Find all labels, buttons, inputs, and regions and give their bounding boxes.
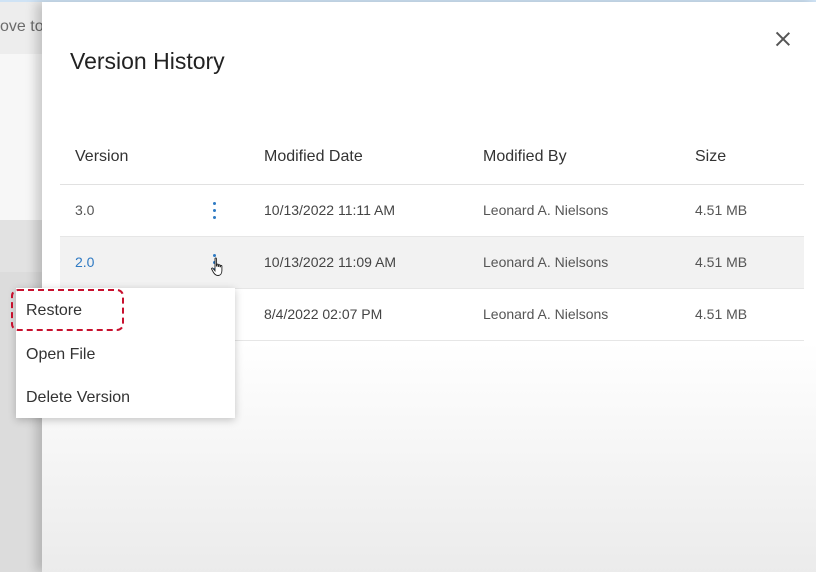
background-partial-text: ove to [0,18,44,35]
size-cell: 4.51 MB [695,202,748,218]
hand-cursor-icon [211,257,223,276]
more-options-icon[interactable] [208,199,222,221]
modified-by-cell: Leonard A. Nielsons [483,254,609,270]
version-history-panel: Version History Version Modified Date Mo… [42,2,816,572]
size-cell: 4.51 MB [695,254,748,270]
close-icon[interactable] [772,28,794,50]
size-cell: 4.51 MB [695,306,748,322]
table-row[interactable]: 3.0 10/13/2022 11:11 AM Leonard A. Niels… [60,185,804,237]
modified-date-cell: 10/13/2022 11:11 AM [264,202,396,218]
table-header: Version Modified Date Modified By Size [60,132,804,185]
screen: ove to Version History Version Modified … [0,0,816,572]
column-header-modified-by[interactable]: Modified By [483,148,567,166]
version-cell[interactable]: 2.0 [75,254,94,270]
modified-by-cell: Leonard A. Nielsons [483,202,609,218]
modified-date-cell: 8/4/2022 02:07 PM [264,306,383,322]
menu-item-delete-version[interactable]: Delete Version [26,389,130,407]
restore-highlight-annotation [11,289,124,331]
version-cell: 3.0 [75,202,95,218]
menu-item-open-file[interactable]: Open File [26,346,95,364]
panel-title: Version History [70,48,225,74]
column-header-size[interactable]: Size [695,148,726,166]
table-row[interactable]: 2.0 10/13/2022 11:09 AM Leonard A. Niels… [60,237,804,289]
column-header-version[interactable]: Version [75,148,128,166]
modified-date-cell: 10/13/2022 11:09 AM [264,254,397,270]
column-header-modified-date[interactable]: Modified Date [264,148,363,166]
modified-by-cell: Leonard A. Nielsons [483,306,609,322]
